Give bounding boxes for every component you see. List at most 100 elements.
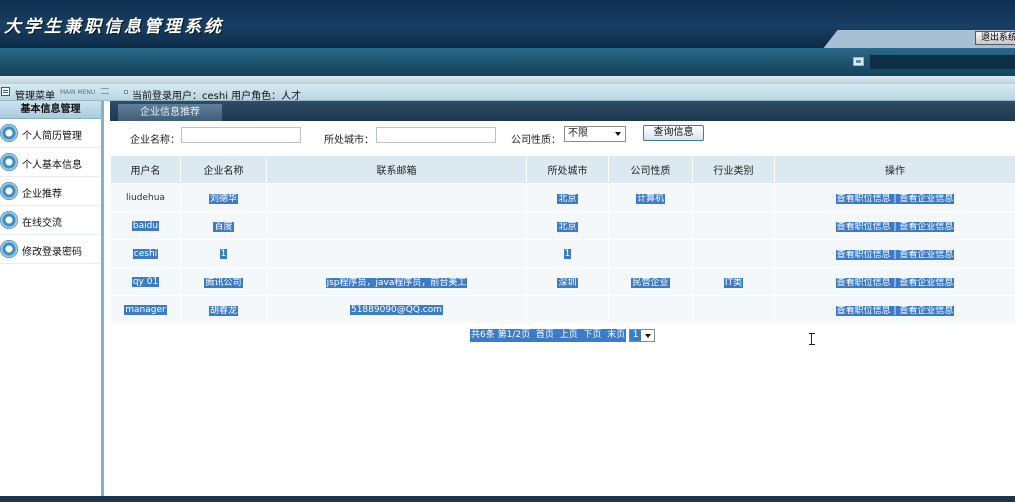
view-company-link[interactable]: 查看企业信息 xyxy=(899,250,953,260)
cell-city xyxy=(526,295,609,324)
industry-text: IT类 xyxy=(723,278,744,288)
nature-select[interactable]: 不限 xyxy=(564,126,626,142)
menu-icon[interactable] xyxy=(1,87,10,96)
company-table: 用户名 企业名称 联系邮箱 所处城市 公司性质 行业类别 操作 liudehua… xyxy=(110,155,1015,324)
cell-username: ceshi xyxy=(110,239,181,268)
table-row: manager 胡春龙 51889090@QQ.com 查看职位信息 | 查看企… xyxy=(110,295,1015,324)
sidebar-item-label: 企业推荐 xyxy=(22,189,62,200)
col-company: 企业名称 xyxy=(180,155,267,184)
table-header-row: 用户名 企业名称 联系邮箱 所处城市 公司性质 行业类别 操作 xyxy=(110,155,1015,184)
toolbar-field xyxy=(870,55,1015,69)
pager-next[interactable]: 下页 xyxy=(583,330,601,340)
sidebar-item-profile[interactable]: 个人基本信息 xyxy=(0,148,101,177)
cell-industry xyxy=(692,295,775,324)
header-strip xyxy=(0,76,1015,84)
company-text: 胡春龙 xyxy=(208,306,238,316)
city-text: 1 xyxy=(563,248,572,259)
op-separator: | xyxy=(893,278,897,288)
view-company-link[interactable]: 查看企业信息 xyxy=(899,222,953,232)
main-panel: 企业信息推荐 企业名称： 所处城市： 公司性质： 不限 查询信息 用户名 企业名… xyxy=(110,101,1015,502)
cell-company: 胡春龙 xyxy=(180,295,267,324)
cell-username: qy 01 xyxy=(110,267,181,296)
city-text: 深圳 xyxy=(557,278,578,288)
sidebar-item-recommend[interactable]: 企业推荐 xyxy=(0,177,101,206)
view-jobs-link[interactable]: 查看职位信息 xyxy=(837,222,891,232)
cell-username: liudehua xyxy=(110,183,181,212)
username-text: manager xyxy=(124,304,167,315)
col-industry: 行业类别 xyxy=(692,155,775,184)
pager-prev[interactable]: 上页 xyxy=(560,330,578,340)
logout-button[interactable]: 退出系统 xyxy=(975,31,1015,45)
cell-industry: IT类 xyxy=(692,267,775,296)
view-jobs-link[interactable]: 查看职位信息 xyxy=(837,306,891,316)
table-row: ceshi 1 1 查看职位信息 | 查看企业信息 xyxy=(110,239,1015,268)
cell-nature: 计算机 xyxy=(608,183,693,212)
window-icon[interactable] xyxy=(853,57,864,66)
cell-operation: 查看职位信息 | 查看企业信息 xyxy=(774,211,1015,240)
pager-first[interactable]: 首页 xyxy=(536,330,554,340)
app-header: 大学生兼职信息管理系统 退出系统 xyxy=(0,0,1015,48)
page-select[interactable]: 1 xyxy=(629,329,656,342)
sidebar-item-chat[interactable]: 在线交流 xyxy=(0,206,101,235)
query-button[interactable]: 查询信息 xyxy=(643,125,704,141)
sidebar-item-label: 个人简历管理 xyxy=(22,131,82,142)
view-jobs-link[interactable]: 查看职位信息 xyxy=(837,278,891,288)
menu-label-en: MAIN MENU xyxy=(60,89,96,96)
view-company-link[interactable]: 查看企业信息 xyxy=(899,278,953,288)
sidebar-item-password[interactable]: 修改登录密码 xyxy=(0,235,101,264)
sidebar-item-resume[interactable]: 个人简历管理 xyxy=(0,119,101,148)
cell-operation: 查看职位信息 | 查看企业信息 xyxy=(774,295,1015,324)
bullet-icon xyxy=(124,90,128,94)
cell-city: 深圳 xyxy=(526,267,609,296)
collapse-icon[interactable] xyxy=(101,88,109,94)
view-company-link[interactable]: 查看企业信息 xyxy=(899,194,953,204)
sidebar-item-label: 修改登录密码 xyxy=(22,247,82,258)
table-row: baidu 百度 北京 查看职位信息 | 查看企业信息 xyxy=(110,211,1015,240)
city-input[interactable] xyxy=(376,127,496,143)
cell-operation: 查看职位信息 | 查看企业信息 xyxy=(774,267,1015,296)
view-jobs-link[interactable]: 查看职位信息 xyxy=(837,194,891,204)
cell-city: 北京 xyxy=(526,183,609,212)
search-form: 企业名称： 所处城市： 公司性质： 不限 查询信息 xyxy=(110,121,1015,149)
status-bar: 管理菜单 MAIN MENU 当前登录用户：ceshi 用户角色：人才 xyxy=(0,84,1015,102)
sidebar: 基本信息管理 个人简历管理 个人基本信息 企业推荐 在线交流 修改登录密码 xyxy=(0,101,104,502)
cell-company: 1 xyxy=(180,239,267,268)
col-nature: 公司性质 xyxy=(608,155,693,184)
nature-selected-value: 不限 xyxy=(568,128,588,139)
text-cursor-icon xyxy=(809,333,816,345)
username-text: baidu xyxy=(131,220,160,231)
view-company-link[interactable]: 查看企业信息 xyxy=(899,306,953,316)
col-username: 用户名 xyxy=(110,155,181,184)
op-separator: | xyxy=(893,194,897,204)
cell-nature xyxy=(608,295,693,324)
sidebar-heading: 基本信息管理 xyxy=(0,101,101,119)
gear-icon xyxy=(0,211,18,229)
table-row: liudehua 刘德华 北京 计算机 查看职位信息 | 查看企业信息 xyxy=(110,183,1015,212)
op-separator: | xyxy=(893,222,897,232)
pager-summary: 共6条 第1/2页 xyxy=(471,330,531,340)
cell-nature: 民营企业 xyxy=(608,267,693,296)
menu-label: 管理菜单 xyxy=(15,91,55,102)
gear-icon xyxy=(0,153,18,171)
username-text: qy 01 xyxy=(131,276,160,287)
cell-nature xyxy=(608,239,693,268)
cell-city: 1 xyxy=(526,239,609,268)
gear-icon xyxy=(0,124,18,142)
nature-text: 计算机 xyxy=(635,194,665,204)
pager-last[interactable]: 末页 xyxy=(607,330,625,340)
panel-title: 企业信息推荐 xyxy=(118,104,222,121)
company-text: 百度 xyxy=(213,222,234,232)
city-text: 北京 xyxy=(557,222,578,232)
view-jobs-link[interactable]: 查看职位信息 xyxy=(837,250,891,260)
cell-email xyxy=(266,239,527,268)
company-text: 腾讯公司 xyxy=(204,278,243,288)
cell-industry xyxy=(692,211,775,240)
cell-nature xyxy=(608,211,693,240)
gear-icon xyxy=(0,240,18,258)
cell-email: jsp程序员，java程序员，前台美工 xyxy=(266,267,527,296)
nature-label: 公司性质： xyxy=(511,135,561,146)
app-title: 大学生兼职信息管理系统 xyxy=(4,17,224,37)
company-name-input[interactable] xyxy=(181,127,301,143)
cell-company: 腾讯公司 xyxy=(180,267,267,296)
cell-city: 北京 xyxy=(526,211,609,240)
